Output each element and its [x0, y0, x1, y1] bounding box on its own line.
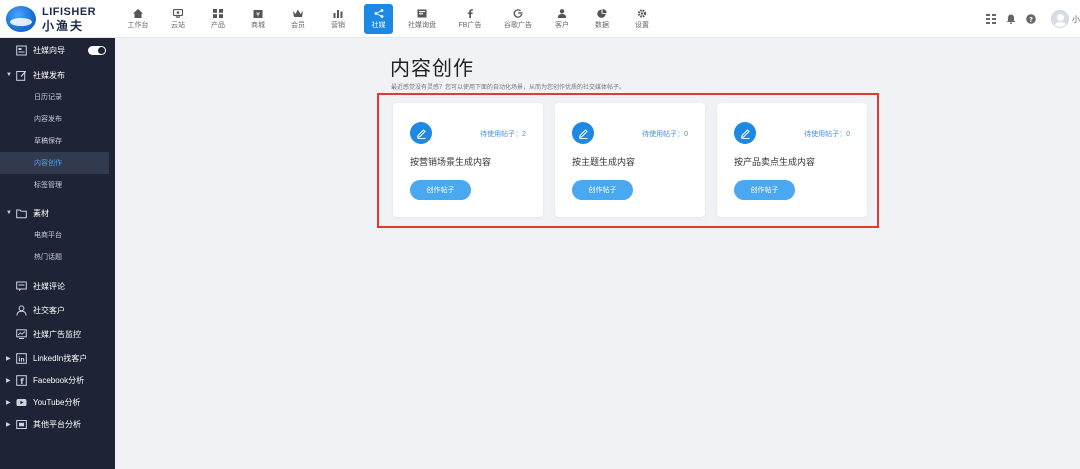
edit-icon	[15, 70, 27, 81]
sidebar-group-publish[interactable]: ▼ 社媒发布	[0, 68, 115, 82]
pen-icon	[572, 122, 594, 144]
bell-icon[interactable]	[1005, 13, 1017, 25]
sidebar-group-material[interactable]: ▼ 素材	[0, 206, 115, 220]
nav-item-products[interactable]: 产品	[198, 4, 238, 34]
crown-icon	[293, 9, 303, 18]
linkedin-icon: in	[15, 352, 27, 364]
monitor-icon	[173, 8, 183, 18]
logo-text-en: LIFISHER	[42, 5, 97, 18]
user-outline-icon	[15, 304, 27, 316]
sidebar-item-hot-topics[interactable]: 热门话题	[0, 246, 109, 268]
sidebar-group-facebook[interactable]: ▶ f Facebook分析	[0, 373, 115, 387]
help-icon[interactable]: ?	[1025, 13, 1037, 25]
top-nav: 工作台 云站 产品 ¥ 商城 会员 营销 社媒 社媒询盘 FB广告 谷歌广告 客…	[118, 4, 662, 34]
sidebar: 社媒向导 ▼ 社媒发布 日历记录 内容发布 草稿保存 内容创作 标签管理 ▼ 素…	[0, 38, 115, 469]
user-icon	[557, 8, 567, 18]
svg-text:f: f	[20, 377, 24, 386]
pending-posts-count[interactable]: 待使用帖子：0	[642, 129, 688, 139]
grid-icon	[213, 8, 223, 18]
pen-icon	[410, 122, 432, 144]
sidebar-item-ecommerce[interactable]: 电商平台	[0, 224, 109, 246]
create-post-button[interactable]: 创作帖子	[734, 180, 795, 200]
share-icon	[374, 8, 384, 18]
brand-logo[interactable]: LIFISHER 小渔夫	[6, 5, 96, 33]
guide-icon	[15, 45, 27, 56]
user-avatar[interactable]	[1051, 10, 1069, 28]
card-product-selling-point: 待使用帖子：0 按产品卖点生成内容 创作帖子	[717, 103, 867, 217]
bar-chart-icon	[333, 9, 343, 18]
media-icon	[15, 419, 27, 430]
create-post-button[interactable]: 创作帖子	[572, 180, 633, 200]
sidebar-item-content-creation[interactable]: 内容创作	[0, 152, 109, 174]
nav-item-social-media[interactable]: 社媒	[364, 4, 393, 34]
nav-item-marketing[interactable]: 营销	[318, 4, 358, 34]
folder-icon	[15, 208, 27, 219]
create-post-button[interactable]: 创作帖子	[410, 180, 471, 200]
sidebar-item-calendar[interactable]: 日历记录	[0, 86, 109, 108]
sidebar-item-ad-monitor[interactable]: 社媒广告监控	[0, 327, 115, 341]
sidebar-item-content-publish[interactable]: 内容发布	[0, 108, 109, 130]
home-icon	[133, 8, 143, 18]
shop-icon: ¥	[253, 9, 263, 18]
gear-icon	[637, 8, 647, 18]
nav-item-workbench[interactable]: 工作台	[118, 4, 158, 34]
comment-icon	[15, 281, 27, 292]
card-title: 按营销场景生成内容	[410, 157, 492, 167]
youtube-icon	[15, 397, 27, 408]
user-name[interactable]: 小	[1072, 14, 1080, 25]
card-marketing-scene: 待使用帖子：2 按营销场景生成内容 创作帖子	[393, 103, 543, 217]
nav-item-members[interactable]: 会员	[278, 4, 318, 34]
nav-item-settings[interactable]: 设置	[622, 4, 662, 34]
page-description: 最近感觉没有灵感？您可以使用下面的自动化场景，从而为您创作优质的社交媒体帖子。	[391, 85, 626, 91]
svg-text:?: ?	[1029, 16, 1033, 24]
pen-icon	[734, 122, 756, 144]
svg-text:¥: ¥	[256, 11, 260, 18]
nav-item-fb-ads[interactable]: FB广告	[446, 4, 494, 34]
sidebar-item-social-customers[interactable]: 社交客户	[0, 303, 115, 317]
sidebar-item-drafts[interactable]: 草稿保存	[0, 130, 109, 152]
sidebar-group-linkedin[interactable]: ▶ in LinkedIn找客户	[0, 351, 115, 365]
pending-posts-count[interactable]: 待使用帖子：0	[804, 129, 850, 139]
logo-text-cn: 小渔夫	[42, 18, 85, 33]
facebook-square-icon: f	[15, 374, 27, 386]
apps-icon[interactable]	[985, 13, 997, 25]
nav-item-customers[interactable]: 客户	[542, 4, 582, 34]
sidebar-group-youtube[interactable]: ▶ YouTube分析	[0, 395, 115, 409]
nav-item-data[interactable]: 数据	[582, 4, 622, 34]
page-title: 内容创作	[390, 58, 474, 80]
inbox-icon	[417, 9, 427, 18]
top-bar: LIFISHER 小渔夫 工作台 云站 产品 ¥ 商城 会员 营销 社媒 社媒询…	[0, 0, 1080, 38]
svg-text:in: in	[18, 356, 24, 363]
card-title: 按主题生成内容	[572, 157, 636, 167]
sidebar-item-guide[interactable]: 社媒向导	[0, 43, 115, 57]
caret-right-icon: ▶	[6, 399, 11, 406]
caret-right-icon: ▶	[6, 355, 11, 362]
guide-toggle[interactable]	[88, 45, 106, 55]
sidebar-group-other-platforms[interactable]: ▶ 其他平台分析	[0, 417, 115, 431]
caret-down-icon: ▼	[6, 210, 12, 216]
caret-down-icon: ▼	[6, 72, 12, 78]
sidebar-item-comments[interactable]: 社媒评论	[0, 279, 115, 293]
caret-right-icon: ▶	[6, 421, 11, 428]
nav-item-google-ads[interactable]: 谷歌广告	[494, 4, 542, 34]
nav-item-cloud-site[interactable]: 云站	[158, 4, 198, 34]
facebook-icon	[465, 8, 475, 18]
nav-item-social-inquiry[interactable]: 社媒询盘	[398, 4, 446, 34]
pending-posts-count[interactable]: 待使用帖子：2	[480, 129, 526, 139]
nav-item-mall[interactable]: ¥ 商城	[238, 4, 278, 34]
card-title: 按产品卖点生成内容	[734, 157, 816, 167]
monitor-chart-icon	[15, 328, 27, 340]
card-topic: 待使用帖子：0 按主题生成内容 创作帖子	[555, 103, 705, 217]
fish-logo-icon	[6, 6, 36, 32]
caret-right-icon: ▶	[6, 377, 11, 384]
sidebar-item-tags[interactable]: 标签管理	[0, 174, 109, 196]
pie-chart-icon	[597, 8, 607, 18]
google-icon	[513, 8, 523, 18]
